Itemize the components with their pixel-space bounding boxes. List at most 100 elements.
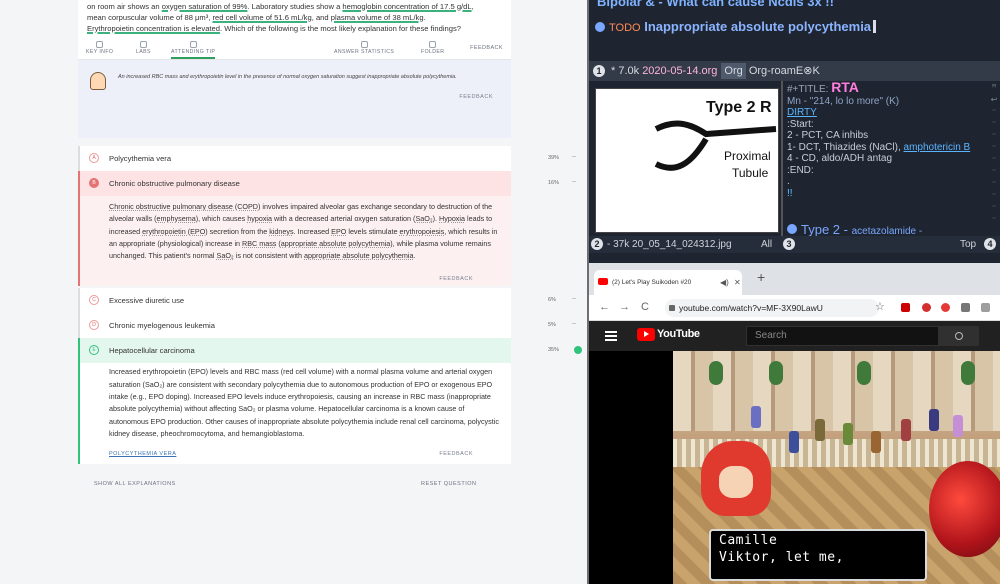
glossary-link[interactable]: Hypoxia <box>439 214 465 223</box>
option-letter: D <box>89 320 99 331</box>
feedback-button[interactable]: FEEDBACK <box>470 45 503 51</box>
org-link[interactable]: amphotericin B <box>904 142 971 153</box>
forward-button[interactable]: → <box>619 301 630 313</box>
game-character <box>871 431 881 453</box>
window-split[interactable] <box>781 81 783 236</box>
answer-option-c[interactable]: C Excessive diuretic use 6% – <box>78 288 576 314</box>
related-article-link[interactable]: POLYCYTHEMIA VERA <box>109 448 176 460</box>
reset-question-button[interactable]: RESET QUESTION <box>421 481 477 487</box>
extension-icon[interactable] <box>901 303 910 312</box>
glossary-link[interactable]: RBC mass <box>242 239 276 248</box>
key-info-highlight[interactable]: Erythropoietin concentration is elevated <box>87 24 220 33</box>
question-panel: on room air shows an oxygen saturation o… <box>0 0 588 584</box>
flask-icon <box>139 41 147 48</box>
youtube-logo-text[interactable]: YouTube <box>657 328 700 340</box>
tip-feedback-button[interactable]: FEEDBACK <box>459 94 493 100</box>
collapse-icon[interactable]: – <box>572 295 576 302</box>
reload-button[interactable]: C <box>641 301 649 313</box>
window-number-badge: 4 <box>984 238 996 250</box>
youtube-header: YouTube Search <box>589 321 1000 351</box>
bullet-icon <box>787 224 797 234</box>
answer-option-e[interactable]: E Hepatocellular carcinoma 35% <box>78 338 582 364</box>
collapse-icon[interactable]: – <box>572 178 576 185</box>
lightbulb-icon <box>189 41 197 48</box>
stem-text: . Laboratory studies show a <box>247 2 343 11</box>
answer-statistics-button[interactable]: ANSWER STATISTICS <box>334 41 394 55</box>
fringe-mark: ⁻ <box>991 191 997 200</box>
explanation-e-footer: POLYCYTHEMIA VERA FEEDBACK <box>80 444 511 464</box>
glossary-link[interactable]: erythropoietin (EPO) <box>142 227 208 236</box>
fringe-mark: ꟸ <box>991 83 997 92</box>
glossary-link[interactable]: hypoxia <box>247 214 272 223</box>
org-heading-type2[interactable]: Type 2 - acetazolamide - <box>787 222 922 237</box>
hamburger-menu-icon[interactable] <box>605 331 617 341</box>
glossary-link[interactable]: SaO₂ <box>217 251 234 260</box>
stem-text: , <box>471 2 474 11</box>
extension-icon[interactable] <box>941 303 950 312</box>
key-info-highlight[interactable]: plasma volume of 38 mL/kg <box>331 13 424 22</box>
tab-youtube[interactable]: (2) Let's Play Suikoden #20 ◀) ✕ <box>594 270 742 295</box>
youtube-search-input[interactable]: Search <box>746 326 939 346</box>
org-text-buffer[interactable]: #+TITLE: RTA Mn - "214, lo lo more" (K) … <box>787 79 983 199</box>
game-plant <box>961 361 975 385</box>
key-info-highlight[interactable]: oxygen saturation of 99% <box>162 2 248 11</box>
glossary-link[interactable]: SaO₂ <box>415 214 432 223</box>
org-heading[interactable]: Bipolar & - What can cause Ncdis 3x !! <box>589 0 834 9</box>
dialog-text: Viktor, let me, <box>719 550 844 565</box>
glossary-link[interactable]: appropriate absolute polycythemia <box>281 239 390 248</box>
org-todo-heading[interactable]: TODO Inappropriate absolute polycythemia <box>595 19 877 34</box>
explanation-b: Chronic obstructive pulmonary disease (C… <box>78 196 511 287</box>
explanation-e-feedback[interactable]: FEEDBACK <box>439 448 473 460</box>
answer-option-d[interactable]: D Chronic myelogenous leukemia 5% – <box>78 313 576 339</box>
emacs-window: Bipolar & - What can cause Ncdis 3x !! T… <box>589 0 1000 263</box>
option-percent: 5% <box>548 322 556 329</box>
search-button[interactable] <box>939 326 979 346</box>
labs-button[interactable]: LABS <box>136 41 151 55</box>
audio-playing-icon[interactable]: ◀) <box>720 270 729 295</box>
major-mode: Org <box>721 63 746 79</box>
answer-option-b[interactable]: B Chronic obstructive pulmonary disease … <box>78 171 576 196</box>
collapse-icon[interactable]: – <box>572 320 576 327</box>
tubule-path <box>654 120 777 138</box>
back-button[interactable]: ← <box>599 301 610 313</box>
option-letter: A <box>89 153 99 163</box>
glossary-link[interactable]: EPO <box>331 227 346 236</box>
glossary-link[interactable]: Chronic obstructive pulmonary disease (C… <box>109 202 260 211</box>
explanation-b-feedback[interactable]: FEEDBACK <box>439 273 473 285</box>
answer-option-a[interactable]: A Polycythemia vera 39% – <box>78 146 576 171</box>
glossary-link[interactable]: erythropoiesis <box>399 227 444 236</box>
close-tab-icon[interactable]: ✕ <box>734 270 741 295</box>
extension-icon[interactable] <box>981 303 990 312</box>
video-player[interactable]: Camille Viktor, let me, <box>589 351 1000 584</box>
bullet-icon <box>595 22 605 32</box>
extension-icon[interactable] <box>922 303 931 312</box>
collapse-icon[interactable]: – <box>572 153 576 160</box>
correct-check-icon <box>574 346 582 355</box>
key-info-highlight[interactable]: red cell volume of 51.6 mL/kg <box>213 13 312 22</box>
glossary-link[interactable]: kidneys <box>269 227 293 236</box>
expl-text: . <box>413 251 416 261</box>
pencil-icon <box>96 41 104 48</box>
new-tab-button[interactable]: + <box>757 269 765 285</box>
org-line: 2 - PCT, CA inhibs <box>787 130 869 141</box>
emacs-fringe: ꟸ ↩ ⁻ ⁻ ⁻ ⁻ ⁻ ⁻ ⁻ ⁻ ⁻ ⁻ <box>988 82 1000 236</box>
glossary-link[interactable]: appropriate absolute polycythemia <box>304 251 413 260</box>
folder-button[interactable]: FOLDER <box>421 41 444 55</box>
glossary-link[interactable]: emphysema <box>157 214 196 223</box>
org-title: RTA <box>831 79 859 95</box>
org-link[interactable]: DIRTY <box>787 107 983 119</box>
url-text: youtube.com/watch?v=MF-3X90LawU <box>679 303 823 313</box>
bookmark-star-icon[interactable]: ☆ <box>875 300 885 313</box>
fringe-mark: ⁻ <box>991 131 997 140</box>
key-info-button[interactable]: KEY INFO <box>86 41 113 55</box>
show-all-explanations-button[interactable]: SHOW ALL EXPLANATIONS <box>94 481 176 487</box>
game-plant <box>769 361 783 385</box>
extension-icon[interactable] <box>961 303 970 312</box>
labs-label: LABS <box>136 49 151 55</box>
url-input[interactable]: youtube.com/watch?v=MF-3X90LawU <box>665 299 879 317</box>
expl-text: . Increased <box>293 226 332 236</box>
org-line: 4 - CD, aldo/ADH antag <box>787 153 893 164</box>
key-info-highlight[interactable]: hemoglobin concentration of 17.5 g/dL <box>342 2 471 11</box>
youtube-logo-icon[interactable] <box>637 328 655 341</box>
attending-tip-button[interactable]: ATTENDING TIP <box>171 41 216 59</box>
